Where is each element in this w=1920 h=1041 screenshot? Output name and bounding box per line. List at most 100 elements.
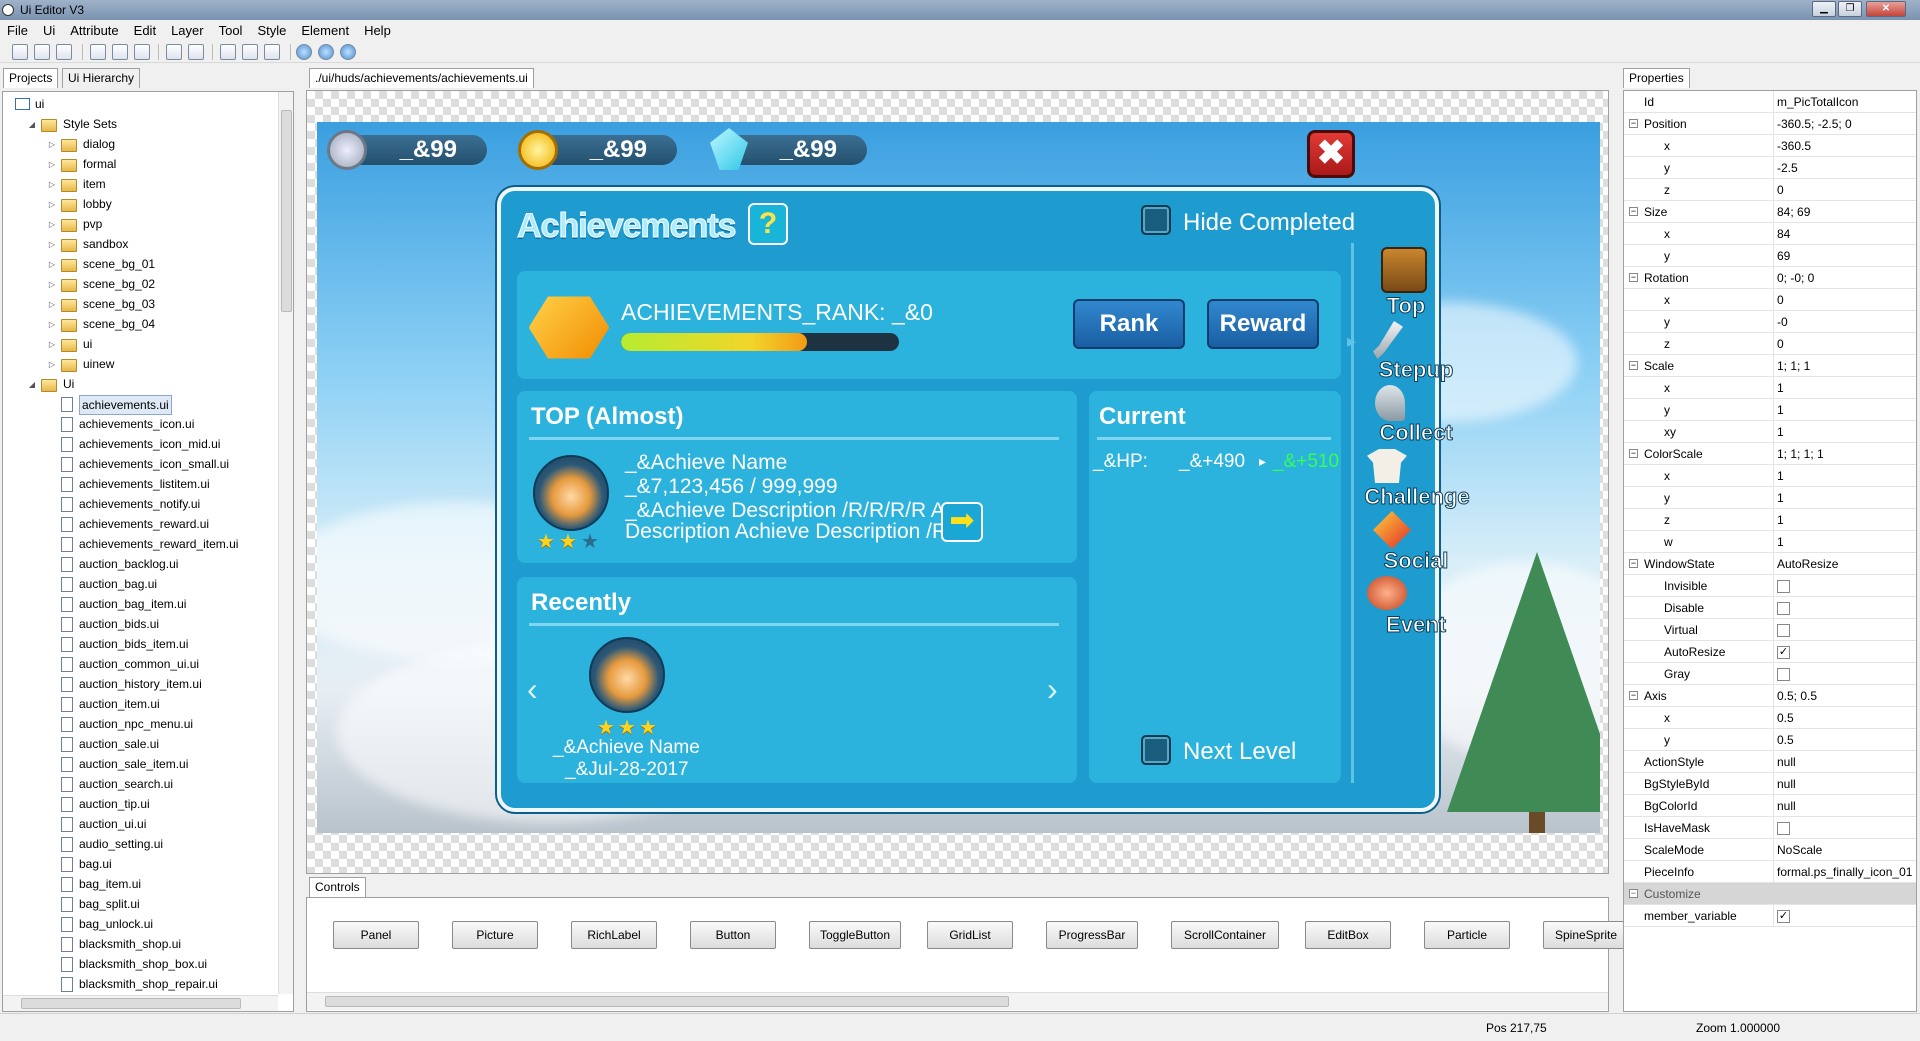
next-level-checkbox[interactable] bbox=[1141, 735, 1171, 765]
property-row[interactable]: − Position -360.5; -2.5; 0 bbox=[1624, 113, 1916, 135]
collapse-toggle-icon[interactable]: − bbox=[1629, 889, 1638, 898]
property-value[interactable]: 84 bbox=[1773, 223, 1916, 245]
property-checkbox[interactable] bbox=[1777, 602, 1790, 616]
property-row[interactable]: x1 bbox=[1624, 465, 1916, 487]
property-value[interactable]: 1 bbox=[1773, 487, 1916, 509]
tree-folder-scene-bg-04[interactable]: ▷ scene_bg_04 bbox=[3, 315, 275, 335]
align-bottom-icon[interactable] bbox=[134, 44, 150, 60]
property-row[interactable]: member_variable ✓ bbox=[1624, 905, 1916, 927]
property-row[interactable]: y -2.5 bbox=[1624, 157, 1916, 179]
control-gridlist-button[interactable]: GridList bbox=[927, 921, 1013, 949]
collapse-arrow-icon[interactable]: ▷ bbox=[47, 160, 57, 170]
tree-file[interactable]: auction_bids_item.ui bbox=[3, 635, 275, 655]
nav-social[interactable]: Social bbox=[1371, 548, 1461, 574]
tree-file[interactable]: achievements_notify.ui bbox=[3, 495, 275, 515]
nav-top[interactable]: Top bbox=[1361, 293, 1451, 319]
property-value[interactable]: NoScale bbox=[1773, 839, 1916, 861]
property-row[interactable]: AutoResize ✓ bbox=[1624, 641, 1916, 663]
menu-layer[interactable]: Layer bbox=[164, 20, 212, 41]
menu-style[interactable]: Style bbox=[250, 20, 294, 41]
property-row[interactable]: IsHaveMask bbox=[1624, 817, 1916, 839]
property-value[interactable]: 1; 1; 1; 1 bbox=[1773, 443, 1916, 465]
tree-folder-ui[interactable]: ▷ ui bbox=[3, 335, 275, 355]
property-row[interactable]: x -360.5 bbox=[1624, 135, 1916, 157]
property-value[interactable]: 0 bbox=[1773, 179, 1916, 201]
property-value[interactable]: -360.5; -2.5; 0 bbox=[1773, 113, 1916, 135]
chevron-left-icon[interactable]: ‹ bbox=[527, 671, 538, 708]
property-row[interactable]: Invisible bbox=[1624, 575, 1916, 597]
tree-file[interactable]: auction_npc_menu.ui bbox=[3, 715, 275, 735]
collapse-toggle-icon[interactable]: − bbox=[1629, 449, 1638, 458]
tree-file[interactable]: achievements_reward.ui bbox=[3, 515, 275, 535]
tree-file[interactable]: bag_unlock.ui bbox=[3, 915, 275, 935]
tree-folder-sandbox[interactable]: ▷ sandbox bbox=[3, 235, 275, 255]
property-value[interactable]: 69 bbox=[1773, 245, 1916, 267]
property-value[interactable]: 1 bbox=[1773, 465, 1916, 487]
distribute-v-icon[interactable] bbox=[188, 44, 204, 60]
tab-properties[interactable]: Properties bbox=[1623, 68, 1690, 88]
tree-folder-ui[interactable]: ◢ Ui bbox=[3, 375, 275, 395]
property-value[interactable]: 0.5 bbox=[1773, 729, 1916, 751]
tree-file[interactable]: auction_sale.ui bbox=[3, 735, 275, 755]
tree-folder-style-sets[interactable]: ◢ Style Sets bbox=[3, 115, 275, 135]
property-value[interactable]: 1 bbox=[1773, 399, 1916, 421]
property-row[interactable]: y 69 bbox=[1624, 245, 1916, 267]
close-panel-button[interactable]: ✖ bbox=[1307, 130, 1355, 178]
tree-folder-uinew[interactable]: ▷ uinew bbox=[3, 355, 275, 375]
maximize-button[interactable]: ❐ bbox=[1838, 1, 1862, 17]
align-middle-icon[interactable] bbox=[112, 44, 128, 60]
collapse-arrow-icon[interactable]: ▷ bbox=[47, 300, 57, 310]
control-picture-button[interactable]: Picture bbox=[452, 921, 538, 949]
tree-folder-pvp[interactable]: ▷ pvp bbox=[3, 215, 275, 235]
collapse-arrow-icon[interactable]: ▷ bbox=[47, 320, 57, 330]
tree-folder-scene-bg-02[interactable]: ▷ scene_bg_02 bbox=[3, 275, 275, 295]
shirt-icon[interactable] bbox=[1367, 449, 1407, 483]
property-checkbox[interactable] bbox=[1777, 580, 1790, 594]
tree-file[interactable]: auction_search.ui bbox=[3, 775, 275, 795]
menu-tool[interactable]: Tool bbox=[212, 20, 251, 41]
help-button[interactable]: ? bbox=[748, 203, 788, 245]
tab-ui-hierarchy[interactable]: Ui Hierarchy bbox=[62, 68, 141, 88]
property-row[interactable]: ScaleMode NoScale bbox=[1624, 839, 1916, 861]
treasure-chest-icon[interactable] bbox=[1381, 247, 1427, 293]
property-row[interactable]: − ColorScale 1; 1; 1; 1 bbox=[1624, 443, 1916, 465]
control-panel-button[interactable]: Panel bbox=[333, 921, 419, 949]
tree-file[interactable]: auction_backlog.ui bbox=[3, 555, 275, 575]
tree-file[interactable]: auction_sale_item.ui bbox=[3, 755, 275, 775]
property-row[interactable]: z0 bbox=[1624, 333, 1916, 355]
menu-edit[interactable]: Edit bbox=[127, 20, 164, 41]
controls-horizontal-scrollbar[interactable] bbox=[307, 992, 1608, 1010]
collapse-arrow-icon[interactable]: ▷ bbox=[47, 340, 57, 350]
tree-file[interactable]: auction_bag.ui bbox=[3, 575, 275, 595]
property-row[interactable]: w1 bbox=[1624, 531, 1916, 553]
property-row[interactable]: x 0.5 bbox=[1624, 707, 1916, 729]
shovel-icon[interactable] bbox=[1375, 385, 1405, 421]
property-value[interactable]: formal.ps_finally_icon_01 bbox=[1773, 861, 1916, 883]
nav-event[interactable]: Event bbox=[1371, 612, 1461, 638]
tree-file[interactable]: blacksmith_shop_box.ui bbox=[3, 955, 275, 975]
meat-icon[interactable] bbox=[1367, 576, 1407, 610]
control-progressbar-button[interactable]: ProgressBar bbox=[1046, 921, 1138, 949]
align-center-icon[interactable] bbox=[34, 44, 50, 60]
tree-folder-scene-bg-03[interactable]: ▷ scene_bg_03 bbox=[3, 295, 275, 315]
control-spinesprite-button[interactable]: SpineSprite bbox=[1543, 921, 1629, 949]
same-width-icon[interactable] bbox=[220, 44, 236, 60]
tree-file[interactable]: auction_common_ui.ui bbox=[3, 655, 275, 675]
tree-file[interactable]: achievements_icon.ui bbox=[3, 415, 275, 435]
tab-projects[interactable]: Projects bbox=[3, 68, 59, 88]
nav-challenge[interactable]: Challenge bbox=[1357, 484, 1477, 510]
property-value[interactable]: 0 bbox=[1773, 289, 1916, 311]
property-row[interactable]: y1 bbox=[1624, 399, 1916, 421]
property-row[interactable]: PieceInfo formal.ps_finally_icon_01 bbox=[1624, 861, 1916, 883]
property-row[interactable]: BgStyleById null bbox=[1624, 773, 1916, 795]
property-value[interactable]: 0.5; 0.5 bbox=[1773, 685, 1916, 707]
property-value[interactable]: m_PicTotalIcon bbox=[1773, 91, 1916, 113]
tree-file[interactable]: audio_setting.ui bbox=[3, 835, 275, 855]
menu-attribute[interactable]: Attribute bbox=[63, 20, 126, 41]
expand-arrow-icon[interactable]: ◢ bbox=[27, 380, 37, 390]
collapse-toggle-icon[interactable]: − bbox=[1629, 273, 1638, 282]
collapse-toggle-icon[interactable]: − bbox=[1629, 559, 1638, 568]
nav-stepup[interactable]: Stepup bbox=[1371, 357, 1461, 383]
property-checkbox[interactable] bbox=[1777, 624, 1790, 638]
align-right-icon[interactable] bbox=[56, 44, 72, 60]
